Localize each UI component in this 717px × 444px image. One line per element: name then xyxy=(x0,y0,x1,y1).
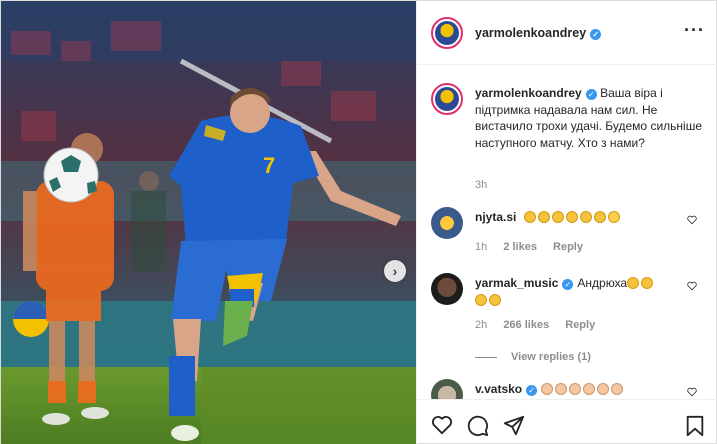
comment-text: Андрюха xyxy=(577,276,628,290)
football xyxy=(43,147,99,203)
comments-area[interactable]: yarmolenkoandrey ✓ Ваша віра і підтримка … xyxy=(417,65,717,399)
post-side-panel: yarmolenkoandrey ✓ ··· yarmolenkoandrey ✓ … xyxy=(416,1,717,444)
clapping-hands-icon xyxy=(541,383,554,395)
comment-icon[interactable] xyxy=(467,415,489,437)
flexed-biceps-icon xyxy=(583,383,596,395)
next-photo-button[interactable]: › xyxy=(384,260,406,282)
more-options-icon[interactable]: ··· xyxy=(684,21,705,39)
clapping-hands-icon xyxy=(523,211,536,223)
commenter-avatar[interactable] xyxy=(431,273,463,305)
clapping-hands-icon xyxy=(537,211,550,223)
post-photo[interactable]: 7 › xyxy=(1,1,416,444)
clapping-hands-icon xyxy=(555,383,568,395)
comment-reply-button[interactable]: Reply xyxy=(565,319,595,331)
comment-reply-button[interactable]: Reply xyxy=(553,241,583,253)
clapping-hands-icon xyxy=(565,211,578,223)
instagram-post: 7 › yarmolenkoandrey ✓ ··· yarmolenkoand… xyxy=(0,0,717,444)
post-actions-bar xyxy=(417,399,717,444)
comment-username[interactable]: v.vatsko xyxy=(475,382,522,396)
clapping-hands-icon xyxy=(489,293,501,306)
view-replies-button[interactable]: View replies (1) xyxy=(475,351,591,363)
commenter-avatar[interactable] xyxy=(431,379,463,399)
author-avatar[interactable] xyxy=(431,16,463,49)
verified-badge-icon: ✓ xyxy=(590,28,602,40)
verified-badge-icon: ✓ xyxy=(585,89,597,100)
clapping-hands-icon xyxy=(627,277,640,289)
comment-username[interactable]: njyta.si xyxy=(475,210,516,224)
clapping-hands-icon xyxy=(569,383,582,395)
comment-emojis xyxy=(523,210,622,224)
clapping-hands-icon xyxy=(551,211,564,223)
comment-username[interactable]: yarmak_music xyxy=(475,276,558,290)
bookmark-icon[interactable] xyxy=(685,415,705,437)
comment-time[interactable]: 1h xyxy=(475,241,487,253)
clapping-hands-icon xyxy=(475,293,487,306)
share-icon[interactable] xyxy=(503,415,525,437)
comment-time[interactable]: 2h xyxy=(475,319,487,331)
clapping-hands-icon xyxy=(579,211,592,223)
author-username[interactable]: yarmolenkoandrey ✓ xyxy=(475,26,602,40)
commenter-avatar[interactable] xyxy=(431,207,463,239)
hugging-face-icon xyxy=(607,211,620,223)
comment-like-heart-icon[interactable] xyxy=(687,281,697,291)
flexed-biceps-icon xyxy=(597,383,610,395)
verified-badge-icon: ✓ xyxy=(526,385,538,396)
caption-username[interactable]: yarmolenkoandrey xyxy=(475,86,582,100)
comment-likes[interactable]: 2 likes xyxy=(503,241,537,253)
comment-likes[interactable]: 266 likes xyxy=(503,319,549,331)
flexed-biceps-icon xyxy=(611,383,624,395)
comment-like-heart-icon[interactable] xyxy=(687,387,697,397)
jersey-number: 7 xyxy=(263,153,275,178)
caption-time[interactable]: 3h xyxy=(475,179,487,191)
clapping-hands-icon xyxy=(641,277,654,289)
verified-badge-icon: ✓ xyxy=(562,279,574,290)
clapping-hands-icon xyxy=(593,211,606,223)
football-scene: 7 xyxy=(1,1,416,444)
comment-like-heart-icon[interactable] xyxy=(687,215,697,225)
post-header: yarmolenkoandrey ✓ ··· xyxy=(417,1,717,65)
like-heart-icon[interactable] xyxy=(431,415,453,435)
caption-avatar[interactable] xyxy=(431,83,463,115)
